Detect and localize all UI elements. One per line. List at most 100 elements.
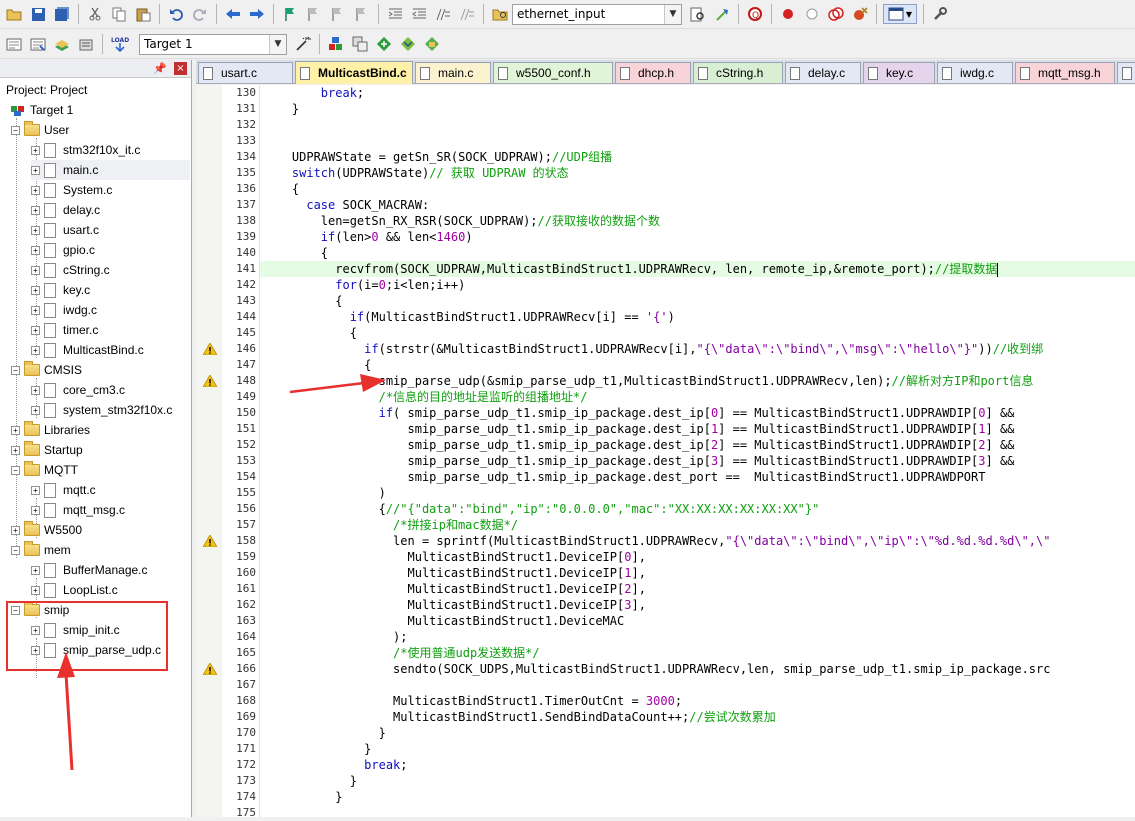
expand-icon[interactable]: + xyxy=(31,405,40,415)
tree-file[interactable]: + BufferManage.c xyxy=(31,560,148,580)
redo-icon[interactable] xyxy=(190,4,210,24)
navigate-back-icon[interactable] xyxy=(223,4,243,24)
tree-file[interactable]: + gpio.c xyxy=(31,240,95,260)
expand-icon[interactable]: + xyxy=(31,565,40,575)
bookmark-icon[interactable] xyxy=(280,4,300,24)
warning-icon[interactable] xyxy=(203,343,217,355)
open-folder-icon[interactable] xyxy=(4,4,24,24)
tree-folder-mqtt[interactable]: − MQTT xyxy=(11,460,78,480)
target-combo[interactable]: Target 1 ▼ xyxy=(139,33,287,55)
indent-icon[interactable] xyxy=(385,4,405,24)
tree-file[interactable]: + key.c xyxy=(31,280,90,300)
tree-file[interactable]: + cString.c xyxy=(31,260,110,280)
expand-icon[interactable]: + xyxy=(31,285,40,295)
next-bookmark-icon[interactable] xyxy=(328,4,348,24)
tree-file[interactable]: + usart.c xyxy=(31,220,99,240)
code-line[interactable]: ); xyxy=(260,629,1135,645)
code-line[interactable]: MulticastBindStruct1.SendBindDataCount++… xyxy=(260,709,1135,725)
tree-folder-libraries[interactable]: + Libraries xyxy=(11,420,90,440)
code-line[interactable]: smip_parse_udp_t1.smip_ip_package.dest_i… xyxy=(260,437,1135,453)
navigate-forward-icon[interactable] xyxy=(247,4,267,24)
expand-icon[interactable]: + xyxy=(31,165,40,175)
cut-icon[interactable] xyxy=(85,4,105,24)
tree-folder-w5500[interactable]: + W5500 xyxy=(11,520,82,540)
save-icon[interactable] xyxy=(28,4,48,24)
tab-file[interactable]: cString.h xyxy=(693,62,783,83)
code-line[interactable] xyxy=(260,677,1135,693)
expand-icon[interactable]: + xyxy=(11,445,20,455)
code-line[interactable]: break; xyxy=(260,757,1135,773)
tree-file[interactable]: + LoopList.c xyxy=(31,580,118,600)
expand-icon[interactable]: + xyxy=(31,185,40,195)
code-line[interactable]: sendto(SOCK_UDPS,MulticastBindStruct1.UD… xyxy=(260,661,1135,677)
code-line[interactable]: { xyxy=(260,181,1135,197)
chevron-down-icon[interactable]: ▼ xyxy=(269,34,286,54)
save-all-icon[interactable] xyxy=(52,4,72,24)
disable-breakpoint-icon[interactable] xyxy=(802,4,822,24)
code-line[interactable]: { xyxy=(260,293,1135,309)
batch-build-icon[interactable] xyxy=(76,34,96,54)
code-line[interactable]: for(i=0;i<len;i++) xyxy=(260,277,1135,293)
function-combo[interactable]: ethernet_input ▼ xyxy=(512,3,682,25)
file-extensions-icon[interactable] xyxy=(350,34,370,54)
pack-installer-icon[interactable] xyxy=(374,34,394,54)
code-line[interactable]: MulticastBindStruct1.DeviceIP[1], xyxy=(260,565,1135,581)
code-line[interactable]: smip_parse_udp(&smip_parse_udp_t1,Multic… xyxy=(260,373,1135,389)
find-icon[interactable] xyxy=(688,4,708,24)
code-line[interactable]: } xyxy=(260,741,1135,757)
breakpoint-icon[interactable] xyxy=(778,4,798,24)
code-line[interactable]: smip_parse_udp_t1.smip_ip_package.dest_i… xyxy=(260,421,1135,437)
warning-icon[interactable] xyxy=(203,663,217,675)
tree-target[interactable]: Target 1 xyxy=(10,100,73,120)
expand-icon[interactable]: + xyxy=(31,505,40,515)
manage-components-icon[interactable] xyxy=(326,34,346,54)
tree-file[interactable]: + MulticastBind.c xyxy=(31,340,144,360)
tab-file[interactable]: w5500_conf.h xyxy=(493,62,613,83)
warning-icon[interactable] xyxy=(203,535,217,547)
expand-icon[interactable]: + xyxy=(11,525,20,535)
tree-file[interactable]: + stm32f10x_it.c xyxy=(31,140,140,160)
code-line[interactable]: ) xyxy=(260,485,1135,501)
tab-file[interactable]: dhcp.h xyxy=(615,62,691,83)
tree-file[interactable]: + delay.c xyxy=(31,200,100,220)
tree-file[interactable]: + timer.c xyxy=(31,320,98,340)
editor-gutter[interactable] xyxy=(196,85,222,817)
find-in-files-icon[interactable] xyxy=(490,4,510,24)
unindent-icon[interactable] xyxy=(409,4,429,24)
configure-wrench-icon[interactable] xyxy=(930,4,950,24)
tab-file[interactable]: mqtt_msg.h xyxy=(1015,62,1115,83)
code-line[interactable]: UDPRAWState = getSn_SR(SOCK_UDPRAW);//UD… xyxy=(260,149,1135,165)
tree-file[interactable]: + core_cm3.c xyxy=(31,380,125,400)
code-line[interactable]: if(len>0 && len<1460) xyxy=(260,229,1135,245)
build-icon[interactable] xyxy=(28,34,48,54)
code-line[interactable]: } xyxy=(260,789,1135,805)
code-line[interactable]: MulticastBindStruct1.DeviceMAC xyxy=(260,613,1135,629)
tree-file[interactable]: + mqtt.c xyxy=(31,480,96,500)
code-line[interactable]: { xyxy=(260,357,1135,373)
code-line[interactable] xyxy=(260,117,1135,133)
collapse-icon[interactable]: − xyxy=(11,365,20,375)
target-options-wand-icon[interactable] xyxy=(293,34,313,54)
code-line[interactable]: if(strstr(&MulticastBindStruct1.UDPRAWRe… xyxy=(260,341,1135,357)
undo-icon[interactable] xyxy=(166,4,186,24)
comment-icon[interactable] xyxy=(433,4,453,24)
close-icon[interactable]: × xyxy=(174,62,187,75)
select-software-packs-icon[interactable] xyxy=(398,34,418,54)
debug-session-icon[interactable]: Q xyxy=(745,4,765,24)
project-root[interactable]: Project: Project xyxy=(6,80,87,100)
copy-icon[interactable] xyxy=(109,4,129,24)
tree-folder-startup[interactable]: + Startup xyxy=(11,440,83,460)
code-line[interactable]: MulticastBindStruct1.TimerOutCnt = 3000; xyxy=(260,693,1135,709)
incremental-find-icon[interactable] xyxy=(712,4,732,24)
expand-icon[interactable]: + xyxy=(31,305,40,315)
disable-all-breakpoints-icon[interactable] xyxy=(826,4,846,24)
collapse-icon[interactable]: − xyxy=(11,545,20,555)
expand-icon[interactable]: + xyxy=(31,385,40,395)
tree-file[interactable]: + iwdg.c xyxy=(31,300,97,320)
expand-icon[interactable]: + xyxy=(31,145,40,155)
uncomment-icon[interactable] xyxy=(457,4,477,24)
code-line[interactable]: if( smip_parse_udp_t1.smip_ip_package.de… xyxy=(260,405,1135,421)
code-editor[interactable]: 130 131 132 133 134 135 136 137 138 139 140 141 142 1… xyxy=(196,85,1135,819)
tab-file[interactable]: usart.c xyxy=(198,62,293,83)
tab-file[interactable]: main.c xyxy=(415,62,491,83)
